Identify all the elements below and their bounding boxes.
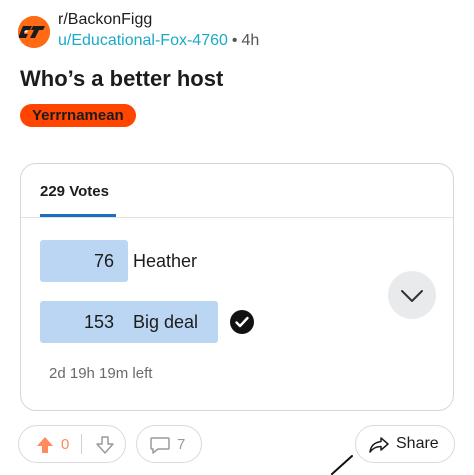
meta-separator: • [231, 32, 238, 49]
poll-option-heather: 76 Heather [40, 240, 306, 282]
upvote-icon[interactable] [35, 435, 55, 460]
pen-stroke-mark [331, 455, 353, 475]
vote-divider [81, 434, 82, 454]
comment-count: 7 [177, 436, 186, 453]
post-flair[interactable]: Yerrrnamean [20, 104, 136, 127]
subreddit-avatar-icon[interactable] [18, 16, 50, 48]
share-label: Share [396, 435, 439, 452]
poll-option-label: Big deal [133, 312, 199, 332]
post-title: Who’s a better host [20, 66, 224, 91]
poll-time-left: 2d 19h 19m left [49, 365, 153, 382]
vote-control: 0 [18, 425, 126, 463]
downvote-icon[interactable] [95, 435, 115, 460]
share-icon [368, 435, 390, 460]
subreddit-name[interactable]: r/BackonFigg [58, 10, 259, 30]
poll-option-count: 153 [83, 312, 114, 332]
post-header: r/BackonFigg u/Educational-Fox-4760 • 4h [18, 10, 259, 51]
poll-collapse-button[interactable] [388, 271, 436, 319]
poll-option-count: 76 [93, 251, 114, 271]
post-age: 4h [241, 32, 260, 49]
chevron-down-icon [401, 290, 423, 302]
share-button[interactable]: Share [355, 425, 455, 463]
post-action-bar: 0 7 Share [0, 425, 474, 465]
selected-check-icon [230, 310, 254, 334]
comment-icon [149, 435, 171, 460]
poll-card: 229 Votes 76 Heather 153 Big deal 2d 19h… [20, 163, 454, 411]
poll-option-label: Heather [133, 251, 198, 271]
comments-button[interactable]: 7 [136, 425, 202, 463]
poll-option-big-deal: 153 Big deal [40, 301, 306, 343]
author-username[interactable]: u/Educational-Fox-4760 [58, 32, 228, 49]
poll-divider [21, 217, 453, 218]
poll-votes-tab[interactable]: 229 Votes [40, 183, 109, 200]
vote-score: 0 [61, 436, 70, 453]
